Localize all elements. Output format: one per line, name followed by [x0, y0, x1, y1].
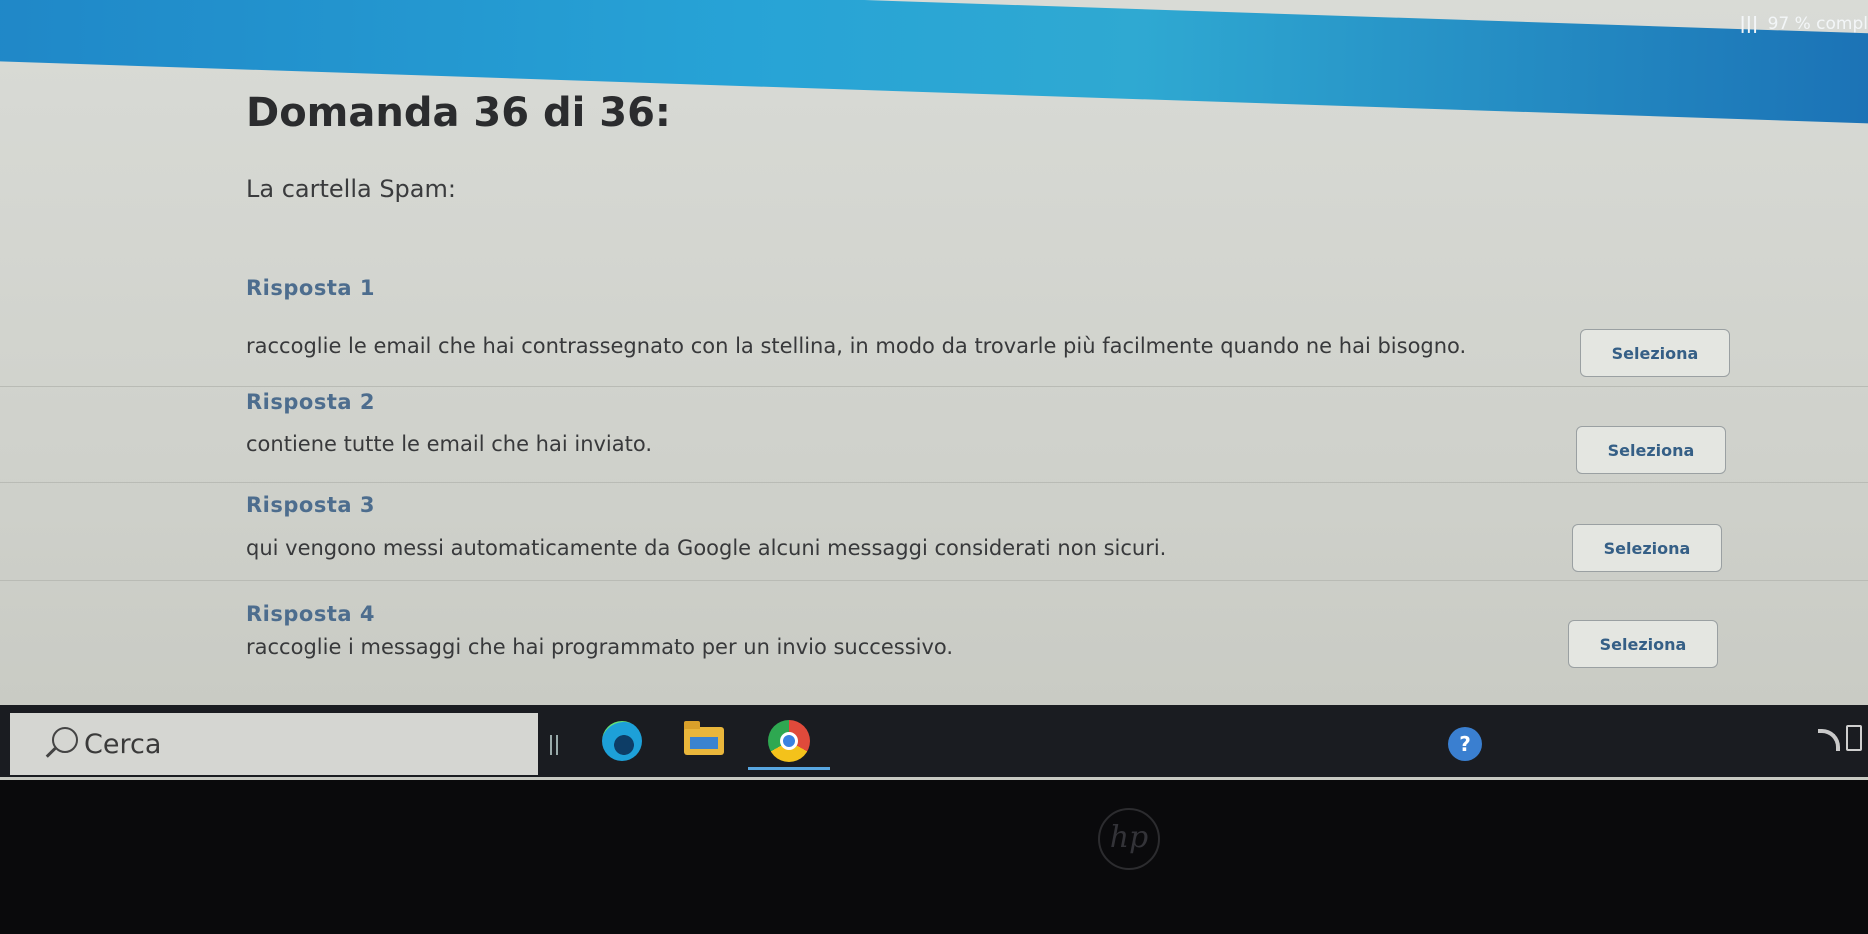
- windows-taskbar: ?: [0, 705, 1868, 777]
- question-text: La cartella Spam:: [246, 175, 456, 203]
- divider: [0, 482, 1868, 483]
- laptop-bezel: [0, 780, 1868, 934]
- taskbar-search[interactable]: [10, 713, 538, 775]
- answer-text-3: qui vengono messi automaticamente da Goo…: [246, 536, 1167, 560]
- hp-logo-icon: hp: [1098, 808, 1160, 870]
- answer-label-1: Risposta 1: [246, 276, 375, 300]
- answer-label-4: Risposta 4: [246, 602, 375, 626]
- select-answer-1-button[interactable]: Seleziona: [1580, 329, 1730, 377]
- wifi-icon[interactable]: [1818, 729, 1840, 751]
- page-title: Domanda 36 di 36:: [246, 90, 671, 136]
- file-explorer-icon[interactable]: [680, 717, 728, 765]
- edge-icon[interactable]: [598, 717, 646, 765]
- answer-label-3: Risposta 3: [246, 493, 375, 517]
- answer-text-1: raccoglie le email che hai contrassegnat…: [246, 334, 1467, 358]
- help-icon[interactable]: ?: [1448, 727, 1482, 761]
- progress-text: 97 % compl: [1767, 14, 1868, 34]
- divider: [0, 386, 1868, 387]
- select-answer-2-button[interactable]: Seleziona: [1576, 426, 1726, 474]
- progress-indicator: ||| 97 % compl: [1740, 14, 1868, 34]
- answer-label-2: Risposta 2: [246, 390, 375, 414]
- answer-text-2: contiene tutte le email che hai inviato.: [246, 432, 653, 456]
- battery-icon[interactable]: [1846, 725, 1862, 751]
- progress-bar-icon: |||: [1739, 14, 1759, 34]
- active-app-indicator: [748, 767, 830, 770]
- answer-text-4: raccoglie i messaggi che hai programmato…: [246, 635, 954, 659]
- folder-logo: [684, 721, 724, 755]
- edge-logo: [602, 721, 642, 761]
- chrome-icon[interactable]: [765, 717, 813, 765]
- select-answer-3-button[interactable]: Seleziona: [1572, 524, 1722, 572]
- browser-viewport: ||| 97 % compl Domanda 36 di 36: La cart…: [0, 0, 1868, 780]
- chrome-logo: [768, 720, 810, 762]
- search-icon: [52, 727, 78, 753]
- select-answer-4-button[interactable]: Seleziona: [1568, 620, 1718, 668]
- divider: [0, 580, 1868, 581]
- task-view-icon[interactable]: [550, 735, 558, 755]
- search-input[interactable]: [82, 723, 506, 765]
